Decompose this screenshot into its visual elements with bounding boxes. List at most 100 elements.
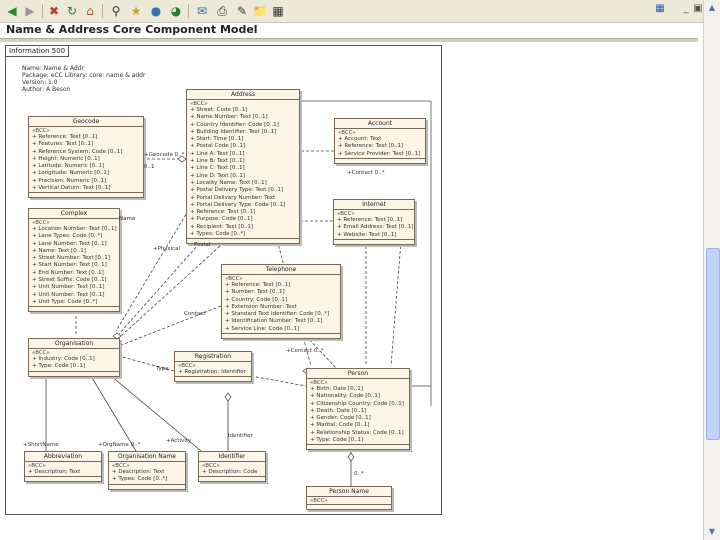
class-box-abbreviation: Abbreviation «BCC» + Description: Text xyxy=(24,451,102,483)
class-attribute: + Type: Code [0..1] xyxy=(32,363,86,370)
connector-label: +OrgName 0..* xyxy=(98,442,141,448)
class-attribute: + Location Number: Text [0..1] xyxy=(32,226,117,232)
class-operations-compartment xyxy=(175,376,251,381)
connector-line xyxy=(115,205,192,332)
class-name: Person Name xyxy=(307,487,391,497)
connector-label: +ShortName xyxy=(23,442,59,448)
connector-line xyxy=(118,305,222,347)
class-attribute: + Number: Text [0..1] xyxy=(225,289,285,296)
class-box-identifier: Identifier «BCC» + Description: Code xyxy=(198,451,266,483)
connector-label: +Activity xyxy=(166,438,192,444)
connector-label: +Geocode 0..* xyxy=(144,152,185,158)
class-name: Identifier xyxy=(199,452,265,462)
scroll-up-icon[interactable]: ▲ xyxy=(706,2,718,14)
class-stereotype: «BCC» xyxy=(202,463,220,469)
aggregation-diamond xyxy=(224,392,232,402)
folder-icon[interactable]: 📁 xyxy=(252,3,268,19)
search-icon[interactable]: ⚲ xyxy=(108,3,124,19)
back-icon[interactable]: ◀ xyxy=(4,3,20,19)
class-attribute: + Description: Text xyxy=(28,469,81,475)
class-box-organisation: Organisation «BCC» + Industry: Code [0..1]… xyxy=(28,338,120,377)
print-icon[interactable]: ⎙ xyxy=(214,3,230,19)
connector-label: Name xyxy=(119,216,136,222)
class-attribute: + Service Provider: Text [0..1] xyxy=(338,150,421,157)
class-box-address: Address «BCC» + Street: Code [0..1] + Name … xyxy=(186,89,300,245)
class-stereotype: «BCC» xyxy=(32,220,50,226)
class-attribute: + Reference: Text [0..1] xyxy=(190,209,256,216)
class-attribute: + Line C: Text [0..1] xyxy=(190,165,245,172)
windows-logo-icon: ▦ xyxy=(655,3,665,14)
connector-label: 0..1 xyxy=(144,164,155,170)
class-attribute: + Citizenship Country: Code [0..1] xyxy=(310,400,404,407)
class-operations-compartment xyxy=(29,306,119,311)
class-operations-compartment xyxy=(25,476,101,481)
class-attribute: + End Number: Text [0..1] xyxy=(32,269,104,276)
class-name: Geocode xyxy=(29,117,143,127)
favorites-icon[interactable]: ★ xyxy=(128,3,144,19)
class-name: Address xyxy=(187,90,299,100)
class-attribute: + Country: Code [0..1] xyxy=(225,296,288,303)
aggregation-diamond xyxy=(347,452,355,462)
class-box-personname: Person Name «BCC» xyxy=(306,486,392,510)
class-attribute: + Registration: Identifier xyxy=(178,369,246,375)
class-attribute: + Extension Number: Text xyxy=(225,303,297,310)
class-attribute: + Types: Code [0..*] xyxy=(190,231,246,238)
class-attribute: + Type: Code [0..1] xyxy=(310,437,364,444)
class-attribute: + Reference: Text [0..1] xyxy=(225,282,291,288)
toolbar-separator xyxy=(42,4,43,18)
toolbar-separator xyxy=(102,4,103,18)
class-attribute: + Start Number: Text [0..1] xyxy=(32,262,107,269)
class-attribute: + Reference: Text [0..1] xyxy=(337,217,403,223)
edit-icon[interactable]: ✎ xyxy=(234,3,250,19)
browser-toolbar: ◀ ▶ ✖ ↻ ⌂ ⚲ ★ ● ◕ ✉ ⎙ ✎ 📁 ▦ ▦ _ ▣ ✕ xyxy=(0,0,720,23)
scroll-thumb[interactable] xyxy=(706,248,720,440)
class-attribute: + Longitude: Numeric [0..1] xyxy=(32,170,110,177)
vertical-scrollbar[interactable]: ▲ ▼ xyxy=(703,0,720,540)
class-name: Account xyxy=(335,119,425,129)
scroll-down-icon[interactable]: ▼ xyxy=(706,526,718,538)
class-attribute: + Service Line: Code [0..1] xyxy=(225,325,300,332)
forward-icon[interactable]: ▶ xyxy=(22,3,38,19)
class-box-complex: Complex «BCC» + Location Number: Text [0..… xyxy=(28,208,120,313)
class-stereotype: «BCC» xyxy=(310,498,328,504)
class-name: Person xyxy=(307,369,409,379)
class-attribute: + Website: Text [0..1] xyxy=(337,231,397,238)
refresh-icon[interactable]: ↻ xyxy=(64,3,80,19)
class-name: Registration xyxy=(175,352,251,362)
class-attribute: + Marital: Code [0..1] xyxy=(310,422,370,429)
class-attribute: + Postal Code [0..1] xyxy=(190,143,246,150)
mail-icon[interactable]: ✉ xyxy=(194,3,210,19)
meta-line: Name: Name & Addr xyxy=(22,65,84,72)
class-attribute: + Line A: Text [0..1] xyxy=(190,150,245,157)
class-name: Telephone xyxy=(222,265,340,275)
media-icon[interactable]: ● xyxy=(148,3,164,19)
research-icon[interactable]: ▦ xyxy=(270,3,286,19)
class-attribute: + Street Number: Text [0..1] xyxy=(32,255,111,262)
meta-line: Author: A Beson xyxy=(22,86,71,93)
home-icon[interactable]: ⌂ xyxy=(82,3,98,19)
connector-label: +Contact 0..* xyxy=(286,348,324,354)
class-attribute: + Street: Code [0..1] xyxy=(190,107,248,113)
stop-icon[interactable]: ✖ xyxy=(46,3,62,19)
connector-line xyxy=(250,375,307,387)
connector-line xyxy=(90,375,137,452)
connector-label: +Physical xyxy=(153,246,180,252)
class-attribute: + Features: Text [0..1] xyxy=(32,141,94,148)
class-attribute: + Purpose: Code [0..1] xyxy=(190,216,253,223)
meta-line: Package: eCC Library: core: name & addr xyxy=(22,72,146,79)
class-operations-compartment xyxy=(222,333,340,338)
class-attribute: + Locality Name: Text [0..1] xyxy=(190,179,267,186)
class-box-telephone: Telephone «BCC» + Reference: Text [0..1] + … xyxy=(221,264,341,340)
class-name: Abbreviation xyxy=(25,452,101,462)
class-attribute: + Description: Text xyxy=(112,469,165,475)
class-attribute: + Street Suffix: Code [0..1] xyxy=(32,277,107,284)
class-stereotype: «BCC» xyxy=(178,363,196,369)
history-icon[interactable]: ◕ xyxy=(168,3,184,19)
connector-label: Postal xyxy=(194,242,211,248)
class-attribute: + Relationship Status: Code [0..1] xyxy=(310,429,404,436)
connector-label: Identifier xyxy=(228,433,253,439)
class-attribute: + Country Identifier: Code [0..1] xyxy=(190,121,279,128)
minimize-icon[interactable]: _ xyxy=(680,3,692,15)
diagram-meta: Name: Name & Addr Package: eCC Library: … xyxy=(22,65,145,93)
class-stereotype: «BCC» xyxy=(225,276,243,282)
